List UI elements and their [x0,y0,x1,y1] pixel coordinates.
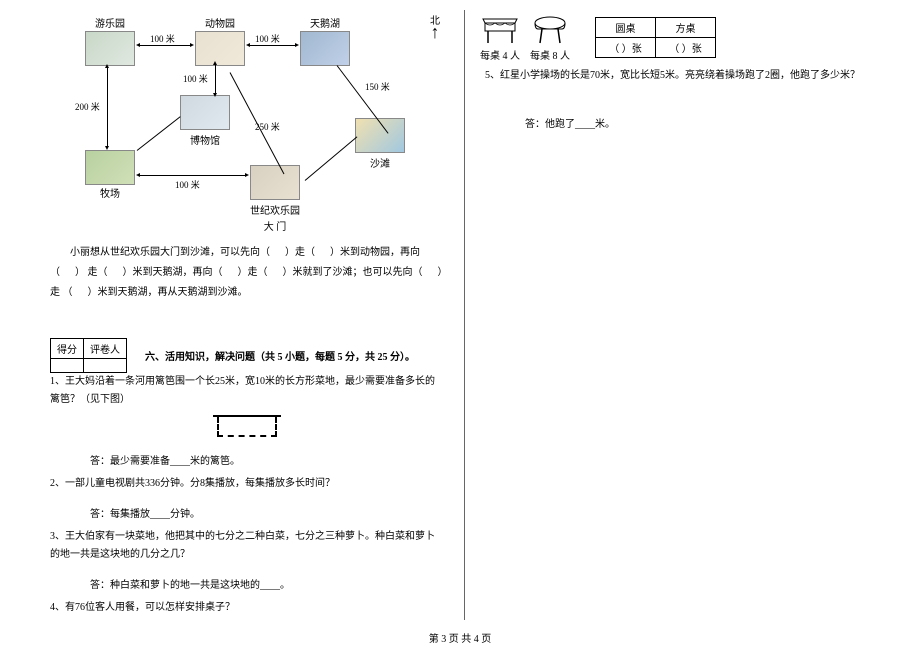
spot-museum: 博物馆 [180,95,230,148]
museum-label: 博物馆 [180,132,230,147]
distance-label-4: 100 米 [183,72,208,85]
score-header: 得分 [51,339,84,359]
square-count-cell[interactable]: （ ）张 [656,38,716,58]
left-column: 北 ↑ 游乐园 动物园 天鹅湖 100 米 100 米 牧场 [45,10,465,620]
question-3-answer: 答：种白菜和萝卜的地一共是这块地的____。 [90,576,449,591]
square-table-icon [480,15,520,45]
question-5-answer: 答：他跑了____米。 [525,115,865,130]
spot-farm: 牧场 [85,150,135,201]
right-column: 每桌 4 人 每桌 8 人 圆桌 方桌 [465,10,865,620]
score-cell[interactable] [51,359,84,373]
spot-beach: 沙滩 [355,118,405,171]
distance-label-2: 100 米 [255,32,280,45]
square-table-block: 每桌 4 人 [480,15,520,62]
farm-label: 牧场 [85,185,135,200]
amusement-park-image [85,31,135,66]
section-6-title: 六、活用知识，解决问题（共 5 小题，每题 5 分，共 25 分）。 [145,348,449,363]
arrow-gate-beach [305,136,358,180]
distance-label-3: 200 米 [75,100,100,113]
arrow-farm-museum [137,116,181,151]
square-table-label: 每桌 4 人 [480,47,520,62]
zoo-label: 动物园 [195,15,245,30]
question-5-text: 5、红星小学操场的长是70米，宽比长短5米。亮亮绕着操场跑了2圈，他跑了多少米？ [480,67,865,85]
spot-gate: 世纪欢乐园 大 门 [250,165,300,234]
distance-label-6: 250 米 [255,120,280,133]
beach-label: 沙滩 [355,155,405,170]
header-square: 方桌 [656,18,716,38]
question-1-answer: 答：最少需要准备____米的篱笆。 [90,452,449,467]
question-4-text: 4、有76位客人用餐，可以怎样安排桌子？ [45,599,449,617]
page-footer: 第 3 页 共 4 页 [0,630,920,645]
gate-label-2: 大 门 [250,218,300,233]
compass-north: 北 ↑ [430,12,440,37]
round-count-cell[interactable]: （ ）张 [596,38,656,58]
map-question-paragraph: 小丽想从世纪欢乐园大门到沙滩，可以先向（ ）走（ ）米到动物园，再向（ ） 走（… [45,243,449,303]
round-table-icon [530,15,570,45]
fence-icon [217,417,277,437]
question-2-answer: 答：每集播放____分钟。 [90,505,449,520]
score-table: 得分 评卷人 [50,338,127,373]
swan-lake-image [300,31,350,66]
zoo-image [195,31,245,66]
arrow-zoo-museum [215,65,216,93]
para-pre: 小丽想从世纪欢乐园大门到沙滩，可以先向（ [70,247,270,258]
header-round: 圆桌 [596,18,656,38]
round-table-block: 每桌 8 人 [530,15,570,62]
question-3-text: 3、王大伯家有一块菜地，他把其中的七分之二种白菜，七分之三种萝卜。种白菜和萝卜的… [45,528,449,564]
spot-zoo: 动物园 [195,15,245,66]
spot-swan-lake: 天鹅湖 [300,15,350,66]
arrow-amusement-zoo [140,45,190,46]
table-arrangement-row: 每桌 4 人 每桌 8 人 圆桌 方桌 [480,15,865,62]
swan-lake-label: 天鹅湖 [300,15,350,30]
arrow-amusement-farm [107,68,108,146]
arrow-farm-gate [140,175,245,176]
grader-header: 评卷人 [84,339,127,359]
museum-image [180,95,230,130]
distance-label-7: 150 米 [365,80,390,93]
distance-label-1: 100 米 [150,32,175,45]
map-diagram: 北 ↑ 游乐园 动物园 天鹅湖 100 米 100 米 牧场 [55,10,435,235]
farm-image [85,150,135,185]
spot-amusement-park: 游乐园 [85,15,135,66]
gate-image [250,165,300,200]
amusement-park-label: 游乐园 [85,15,135,30]
round-table-label: 每桌 8 人 [530,47,570,62]
question-2-text: 2、一部儿童电视剧共336分钟。分8集播放，每集播放多长时间？ [45,475,449,493]
fence-diagram [45,417,449,440]
arrangement-table: 圆桌 方桌 （ ）张 （ ）张 [595,17,716,58]
gate-label: 世纪欢乐园 [250,202,300,217]
question-1-text: 1、王大妈沿着一条河用篱笆围一个长25米，宽10米的长方形菜地，最少需要准备多长… [45,373,449,409]
distance-label-5: 100 米 [175,178,200,191]
north-arrow-icon: ↑ [430,27,440,37]
grader-cell[interactable] [84,359,127,373]
arrow-zoo-lake [250,45,295,46]
